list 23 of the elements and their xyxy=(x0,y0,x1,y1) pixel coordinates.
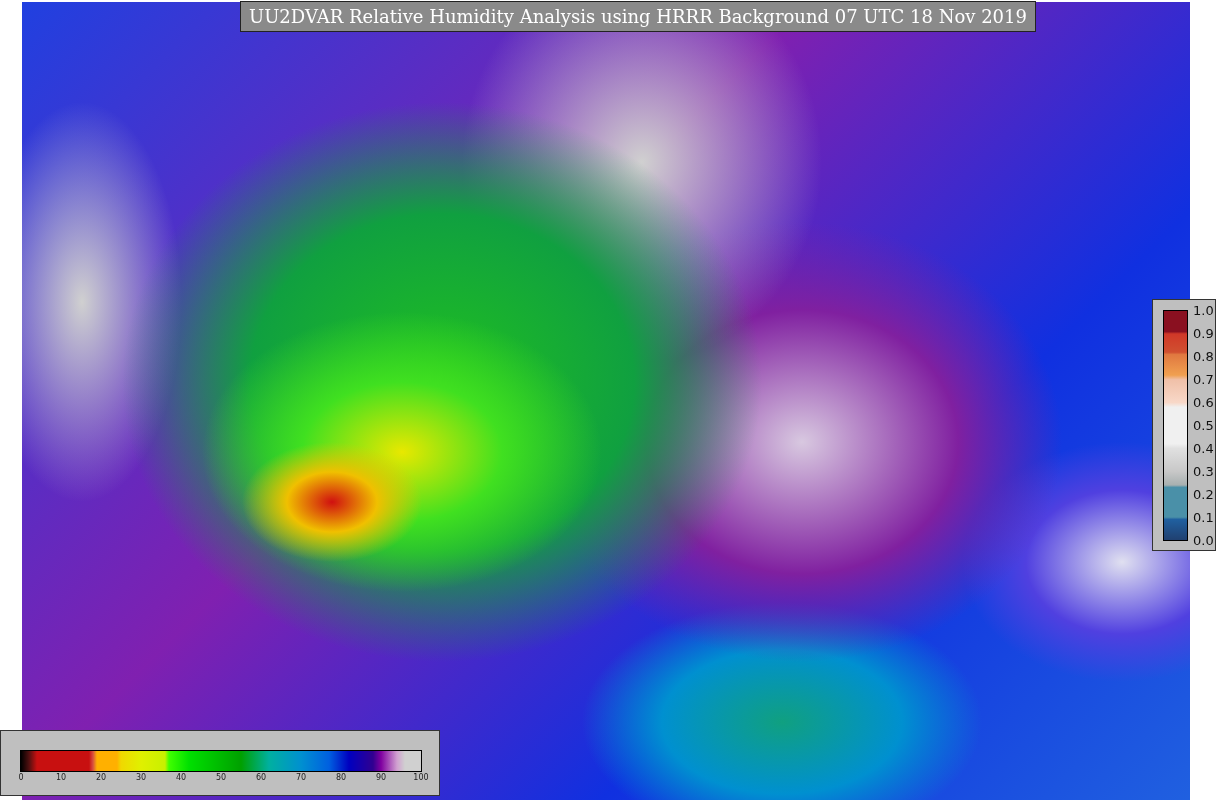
colorbar-tick-label: 1.0 xyxy=(1193,303,1214,318)
colorbar-tick-label: 0.4 xyxy=(1193,441,1214,456)
map-title: UU2DVAR Relative Humidity Analysis using HRRR Background 07 UTC 18 Nov 2019 xyxy=(240,1,1036,32)
colorbar-tick-label: 30 xyxy=(135,773,147,782)
colorbar-tick-label: 90 xyxy=(375,773,387,782)
colorbar-tick-label: 100 xyxy=(413,773,429,782)
colorbar-tick-label: 0.2 xyxy=(1193,487,1214,502)
colorbar-tick-label: 0.1 xyxy=(1193,510,1214,525)
colorbar-tick-label: 60 xyxy=(255,773,267,782)
colorbar-tick-label: 20 xyxy=(95,773,107,782)
colorbar-tick-label: 0.8 xyxy=(1193,349,1214,364)
colorbar-tick-label: 0.6 xyxy=(1193,395,1214,410)
colorbar-tick-label: 40 xyxy=(175,773,187,782)
colorbar-tick-label: 50 xyxy=(215,773,227,782)
colorbar-tick-label: 0.3 xyxy=(1193,464,1214,479)
colorbar-tick-label: 0.5 xyxy=(1193,418,1214,433)
colorbar-tick-label: 0.9 xyxy=(1193,326,1214,341)
colorbar-tick-label: 0.0 xyxy=(1193,533,1214,548)
colorbar-tick-label: 10 xyxy=(55,773,67,782)
colorbar-tick-label: 80 xyxy=(335,773,347,782)
colorbar-tick-label: 0.7 xyxy=(1193,372,1214,387)
colorbar-tick-label: 0 xyxy=(18,773,24,782)
colorbar-tick-label: 70 xyxy=(295,773,307,782)
